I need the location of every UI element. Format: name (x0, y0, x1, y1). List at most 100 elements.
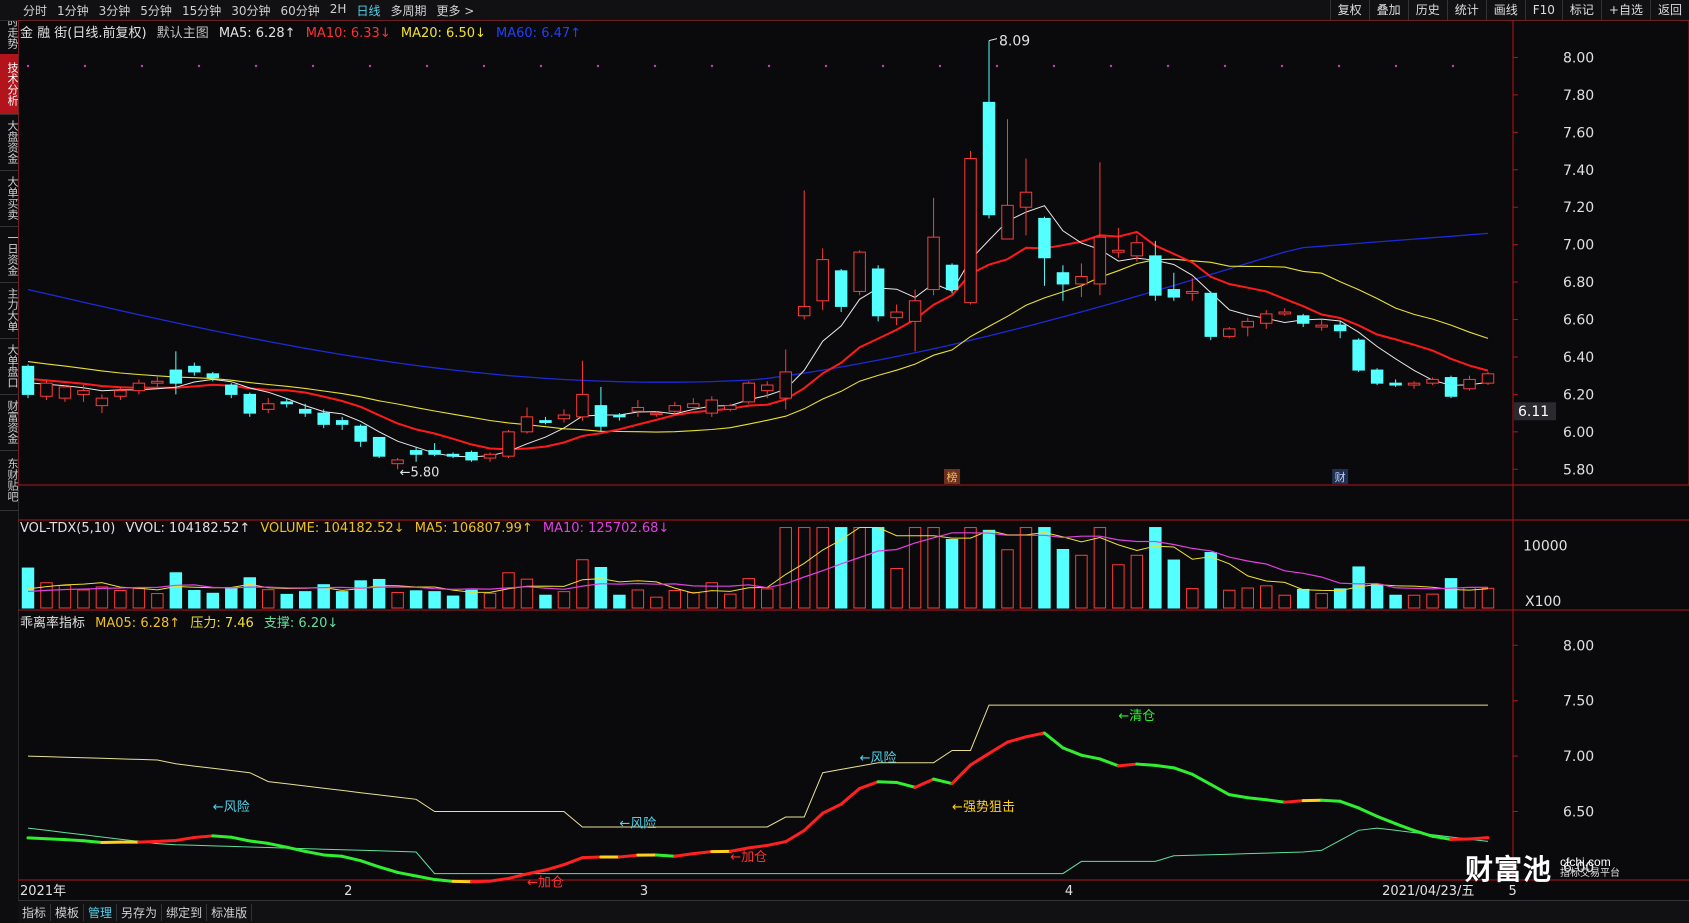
candle-body-8 (170, 370, 181, 383)
side-tab-1[interactable]: 技术分析 (0, 54, 18, 115)
toolbar-button-5[interactable]: F10 (1525, 0, 1562, 20)
timeframe-9[interactable]: 多周期 (385, 2, 431, 19)
price-label-0: 8.00 (1563, 50, 1594, 66)
side-tab-2[interactable]: 大盘资金 (0, 114, 18, 171)
side-tab-3[interactable]: 大单买卖 (0, 170, 18, 227)
vol-ma10-value: MA10: 125702.68↓ (543, 521, 669, 536)
candle-body-79 (1482, 374, 1493, 383)
bias-seg-14 (287, 847, 305, 851)
side-tab-4[interactable]: 一日资金 (0, 226, 18, 283)
candle-body-75 (1408, 383, 1419, 385)
toolbar-button-4[interactable]: 画线 (1486, 0, 1525, 20)
bias-seg-39 (749, 845, 767, 847)
top-dot-2 (141, 65, 143, 67)
candle-body-77 (1445, 378, 1456, 397)
timeframe-7[interactable]: 2H (325, 2, 352, 19)
x-label-4: 2021/04/23/五 (1382, 884, 1474, 899)
bottom-tab-0[interactable]: 指标 (18, 904, 51, 921)
candle-body-63 (1187, 291, 1198, 293)
bottom-tab-1[interactable]: 模板 (51, 904, 84, 921)
toolbar-button-1[interactable]: 叠加 (1369, 0, 1408, 20)
bottom-tab-4[interactable]: 绑定到 (162, 904, 207, 921)
candle-body-67 (1260, 314, 1271, 323)
candle-body-51 (965, 159, 976, 303)
candle-body-9 (189, 366, 200, 372)
timeframe-0[interactable]: 分时 (18, 2, 52, 19)
timeframe-8[interactable]: 日线 (351, 2, 385, 19)
top-dot-13 (768, 65, 770, 67)
candle-body-36 (688, 404, 699, 408)
toolbar-button-0[interactable]: 复权 (1330, 0, 1369, 20)
bias-seg-40 (767, 842, 785, 846)
candle-body-73 (1371, 370, 1382, 383)
bias-seg-64 (1211, 784, 1229, 794)
timeframe-1[interactable]: 1分钟 (52, 2, 94, 19)
candle-body-52 (983, 102, 994, 214)
timeframe-10[interactable]: 更多 > (431, 2, 479, 19)
bottom-tab-5[interactable]: 标准版 (207, 904, 252, 921)
top-dot-3 (198, 65, 200, 67)
volume-bar-42 (798, 528, 809, 608)
top-dot-12 (711, 65, 713, 67)
volume-bar-26 (503, 573, 514, 608)
bias-seg-10 (213, 836, 231, 837)
side-tab-5[interactable]: 主力大单 (0, 282, 18, 339)
volume-bar-12 (244, 578, 255, 608)
timeframe-6[interactable]: 60分钟 (276, 2, 325, 19)
vol-indicator-name[interactable]: VOL-TDX(5,10) (20, 521, 115, 536)
toolbar-button-6[interactable]: 标记 (1562, 0, 1601, 20)
volume-bar-50 (946, 539, 957, 608)
stock-name[interactable]: 金 融 街(日线.前复权) (20, 26, 147, 41)
ma5-value: MA5: 6.28↑ (219, 26, 296, 41)
top-dot-4 (255, 65, 257, 67)
volume-bar-17 (336, 592, 347, 608)
volume-bar-6 (133, 589, 144, 608)
ann-add-2: ←加仓 (730, 850, 767, 865)
ind-label-2: 7.00 (1563, 749, 1594, 765)
volume-bar-51 (965, 528, 976, 608)
candle-body-17 (336, 421, 347, 425)
kline-chart[interactable]: 8.007.807.607.407.207.006.806.606.406.20… (18, 20, 1689, 900)
timeframe-5[interactable]: 30分钟 (226, 2, 275, 19)
toolbar-button-2[interactable]: 历史 (1408, 0, 1447, 20)
top-dot-21 (1224, 65, 1226, 67)
candle-body-66 (1242, 321, 1253, 327)
candle-body-10 (207, 374, 218, 378)
bottom-tab-3[interactable]: 另存为 (117, 904, 162, 921)
bias-seg-59 (1118, 764, 1136, 766)
timeframe-3[interactable]: 5分钟 (135, 2, 177, 19)
bias-seg-6 (139, 841, 157, 842)
side-tab-7[interactable]: 财富资金 (0, 394, 18, 451)
volume-bar-34 (651, 597, 662, 608)
volume-bar-24 (466, 590, 477, 608)
candle-body-78 (1464, 379, 1475, 388)
toolbar-button-7[interactable]: +自选 (1601, 0, 1650, 20)
price-label-1: 7.80 (1563, 88, 1594, 104)
candle-body-16 (318, 413, 329, 424)
side-tab-6[interactable]: 大单盘口 (0, 338, 18, 395)
volume-bar-59 (1113, 565, 1124, 608)
volume-bar-30 (577, 560, 588, 608)
volume-bar-39 (743, 579, 754, 608)
template-label[interactable]: 默认主图 (157, 26, 209, 41)
bias-seg-50 (952, 765, 970, 784)
volume-bar-67 (1260, 586, 1271, 608)
x-label-1: 2 (344, 884, 352, 899)
bias-seg-65 (1229, 795, 1247, 798)
volume-bar-29 (558, 592, 569, 608)
low-label: ←5.80 (400, 465, 440, 480)
timeframe-2[interactable]: 3分钟 (94, 2, 136, 19)
bias-seg-41 (786, 831, 804, 842)
bias-seg-17 (342, 856, 360, 860)
timeframe-4[interactable]: 15分钟 (177, 2, 226, 19)
candle-body-38 (725, 406, 736, 410)
toolbar-button-3[interactable]: 统计 (1447, 0, 1486, 20)
toolbar-button-8[interactable]: 返回 (1650, 0, 1689, 20)
side-tab-bar: 分时走势技术分析大盘资金大单买卖一日资金主力大单大单盘口财富资金东财贴吧 (0, 0, 19, 922)
candle-body-3 (78, 391, 89, 395)
top-dot-22 (1281, 65, 1283, 67)
bottom-tab-2[interactable]: 管理 (84, 904, 117, 921)
indicator-name[interactable]: 乖离率指标 (20, 616, 85, 631)
bias-seg-62 (1174, 768, 1192, 774)
side-tab-8[interactable]: 东财贴吧 (0, 450, 18, 511)
